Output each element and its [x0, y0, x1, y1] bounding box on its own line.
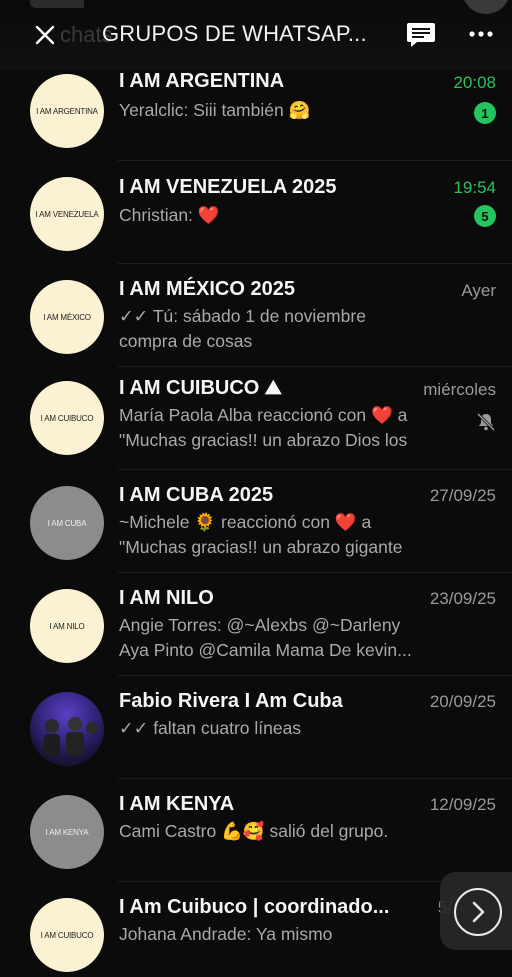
- page-title: GRUPOS DE WHATSAP...: [102, 21, 367, 46]
- new-chat-icon[interactable]: [404, 20, 438, 50]
- chat-time: 23/09/25: [429, 589, 496, 608]
- avatar: I AM MÉXICO: [30, 280, 104, 354]
- chat-item-fabio[interactable]: Fabio Rivera I Am Cuba 20/09/25 ✓✓ falta…: [0, 676, 512, 779]
- chat-list: I AM ARGENTINA I AM ARGENTINA 20:08 Yera…: [0, 70, 512, 977]
- chat-item-mexico[interactable]: I AM MÉXICO I AM MÉXICO 2025 Ayer ✓✓ Tú:…: [0, 264, 512, 367]
- chat-preview-line1: ~Michele 🌻 reaccionó con ❤️ a: [119, 512, 372, 532]
- chat-time: miércoles: [423, 380, 496, 399]
- chat-time: 12/09/25: [429, 795, 496, 814]
- chat-time: Ayer: [461, 281, 496, 300]
- avatar: I AM CUIBUCO: [30, 898, 104, 972]
- chat-name: I AM NILO: [119, 587, 214, 609]
- chat-preview: ✓✓ faltan cuatro líneas: [119, 718, 302, 738]
- chat-item-argentina[interactable]: I AM ARGENTINA I AM ARGENTINA 20:08 Yera…: [0, 70, 512, 161]
- chat-preview-line2: compra de cosas: [119, 331, 253, 351]
- chat-name: I Am Cuibuco | coordinado...: [119, 896, 390, 918]
- next-button[interactable]: [440, 872, 512, 950]
- status-strip: [30, 0, 84, 8]
- chat-name: I AM KENYA: [119, 793, 235, 815]
- header-bar: chats GRUPOS DE WHATSAP...: [0, 0, 512, 70]
- chat-preview: Christian: ❤️: [119, 205, 220, 225]
- chat-preview-line2: "Muchas gracias!! un abrazo Dios los: [119, 430, 408, 450]
- chat-preview: Cami Castro 💪🥰 salió del grupo.: [119, 821, 389, 841]
- avatar: I AM CUBA: [30, 486, 104, 560]
- chat-preview-line1: Angie Torres: @~Alexbs @~Darleny: [119, 615, 401, 635]
- chat-time: 19:54: [453, 178, 496, 197]
- chat-time: 20:08: [453, 73, 496, 92]
- corner-button[interactable]: [462, 0, 510, 14]
- more-icon[interactable]: [466, 24, 496, 44]
- avatar: I AM KENYA: [30, 795, 104, 869]
- chat-name: I AM VENEZUELA 2025: [119, 176, 337, 198]
- chat-preview-line1: ✓✓ Tú: sábado 1 de noviembre: [119, 306, 366, 326]
- chat-item-cuba[interactable]: I AM CUBA I AM CUBA 2025 27/09/25 ~Miche…: [0, 470, 512, 573]
- chat-preview-line2: "Muchas gracias!! un abrazo gigante: [119, 537, 403, 557]
- avatar: I AM VENEZUELA: [30, 177, 104, 251]
- chat-item-cuibuco-coordinado[interactable]: I AM CUIBUCO I Am Cuibuco | coordinado..…: [0, 882, 512, 977]
- chat-item-kenya[interactable]: I AM KENYA I AM KENYA 12/09/25 Cami Cast…: [0, 779, 512, 882]
- chat-name: I AM CUIBUCO ⛰: [119, 377, 282, 399]
- unread-badge: 1: [474, 102, 496, 124]
- close-icon[interactable]: [30, 20, 60, 50]
- chevron-right-icon: [454, 888, 502, 936]
- chat-preview-line1: María Paola Alba reaccionó con ❤️ a: [119, 405, 408, 425]
- chat-time: 20/09/25: [429, 692, 496, 711]
- chat-item-cuibuco[interactable]: I AM CUIBUCO I AM CUIBUCO ⛰ miércoles Ma…: [0, 367, 512, 470]
- chat-item-nilo[interactable]: I AM NILO I AM NILO 23/09/25 Angie Torre…: [0, 573, 512, 676]
- avatar: I AM NILO: [30, 589, 104, 663]
- chat-name: I AM CUBA 2025: [119, 484, 274, 506]
- muted-bell-icon: [476, 412, 496, 432]
- chat-preview: Johana Andrade: Ya mismo: [119, 924, 333, 944]
- avatar: [30, 692, 104, 766]
- chat-name: I AM MÉXICO 2025: [119, 278, 295, 300]
- chat-preview: Yeralclic: Siii también 🤗: [119, 100, 311, 120]
- unread-badge: 5: [474, 205, 496, 227]
- avatar: I AM ARGENTINA: [30, 74, 104, 148]
- chat-preview-line2: Aya Pinto @Camila Mama De kevin...: [119, 640, 412, 660]
- chat-name: Fabio Rivera I Am Cuba: [119, 690, 343, 712]
- avatar: I AM CUIBUCO: [30, 381, 104, 455]
- chat-item-venezuela[interactable]: I AM VENEZUELA I AM VENEZUELA 2025 19:54…: [0, 161, 512, 264]
- chat-name: I AM ARGENTINA: [119, 70, 285, 92]
- chat-time: 27/09/25: [429, 486, 496, 505]
